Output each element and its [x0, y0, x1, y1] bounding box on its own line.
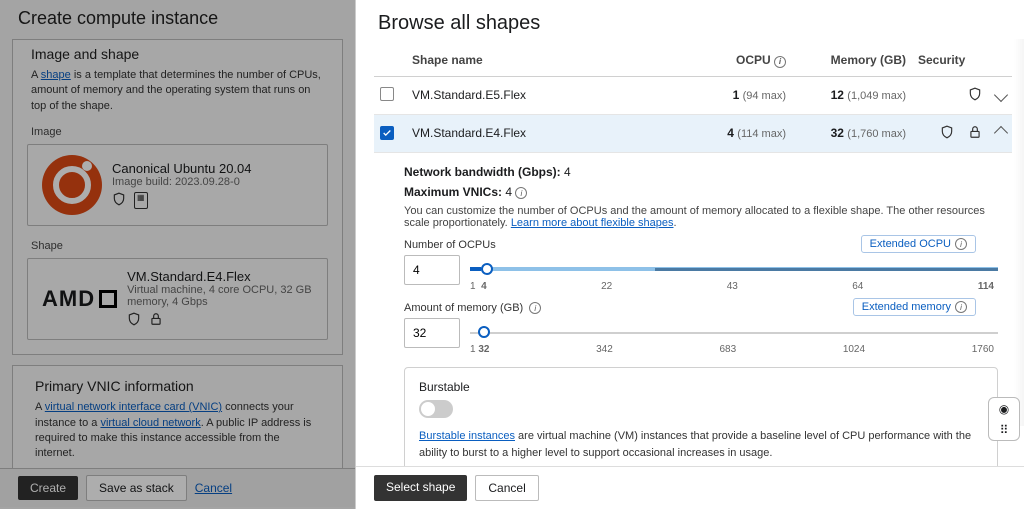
primary-vnic-heading: Primary VNIC information	[17, 372, 338, 398]
table-row[interactable]: VM.Standard.E4.Flex 4 (114 max) 32 (1,76…	[374, 114, 1012, 152]
ocpu-slider[interactable]	[470, 255, 998, 285]
col-shape-name: Shape name	[406, 45, 682, 76]
shape-description: A shape is a template that determines th…	[13, 66, 342, 116]
learn-more-link[interactable]: Learn more about flexible shapes	[511, 217, 674, 229]
save-as-stack-button[interactable]: Save as stack	[86, 475, 187, 501]
extended-ocpu-pill: Extended OCPU i	[861, 235, 976, 253]
browse-shapes-drawer: Browse all shapes Shape name OCPU i Memo…	[355, 0, 1024, 509]
burstable-link[interactable]: Burstable instances	[419, 430, 515, 442]
row-checkbox[interactable]	[380, 87, 394, 101]
image-build: Image build: 2023.09.28-0	[112, 176, 252, 188]
col-memory: Memory (GB)	[792, 45, 912, 76]
create-button[interactable]: Create	[18, 476, 78, 500]
col-ocpu: OCPU i	[682, 45, 792, 76]
select-shape-button[interactable]: Select shape	[374, 475, 467, 501]
image-card: Canonical Ubuntu 20.04 Image build: 2023…	[27, 144, 328, 226]
shape-link[interactable]: shape	[41, 69, 71, 81]
drawer-title: Browse all shapes	[356, 0, 1024, 39]
amd-logo-icon: AMD	[42, 286, 117, 312]
row-checkbox[interactable]	[380, 126, 394, 140]
backdrop-footer: Create Save as stack Cancel	[0, 468, 355, 507]
info-icon[interactable]: i	[774, 56, 786, 68]
info-icon[interactable]: i	[955, 238, 967, 250]
create-instance-panel-dimmed: Create compute instance Image and shape …	[0, 0, 355, 509]
vcn-link[interactable]: virtual cloud network	[100, 417, 200, 429]
shield-icon	[940, 125, 954, 142]
shape-sub: Virtual machine, 4 core OCPU, 32 GB memo…	[127, 284, 313, 308]
memory-slider[interactable]	[470, 318, 998, 348]
info-icon[interactable]: i	[955, 301, 967, 313]
burstable-label: Burstable	[419, 380, 983, 394]
flex-shape-help: You can customize the number of OCPUs an…	[404, 205, 998, 229]
slider-thumb[interactable]	[481, 263, 493, 275]
col-security: Security	[912, 45, 1012, 76]
chevron-up-icon[interactable]	[994, 126, 1008, 140]
grid-icon: ⠿	[1000, 423, 1009, 437]
slider-thumb[interactable]	[478, 326, 490, 338]
shield-icon	[127, 312, 141, 329]
shield-icon	[112, 192, 126, 209]
lock-icon	[149, 312, 163, 329]
drawer-footer: Select shape Cancel	[356, 466, 1024, 509]
ocpu-input[interactable]	[404, 255, 460, 285]
shape-name: VM.Standard.E4.Flex	[127, 269, 313, 284]
table-row[interactable]: VM.Standard.E5.Flex 1 (94 max) 12 (1,049…	[374, 76, 1012, 114]
chip-icon: ▦	[134, 192, 148, 209]
shape-card: AMD VM.Standard.E4.Flex Virtual machine,…	[27, 258, 328, 340]
lock-icon	[968, 125, 982, 142]
image-and-shape-heading: Image and shape	[13, 40, 342, 66]
cancel-button[interactable]: Cancel	[475, 475, 538, 501]
shape-name-cell: VM.Standard.E5.Flex	[406, 76, 682, 114]
accessibility-widget[interactable]: ◉ ⠿	[988, 397, 1020, 441]
extended-memory-pill: Extended memory i	[853, 298, 976, 316]
chevron-down-icon[interactable]	[994, 88, 1008, 102]
cancel-link[interactable]: Cancel	[195, 481, 232, 495]
info-icon[interactable]: i	[515, 187, 527, 199]
memory-input[interactable]	[404, 318, 460, 348]
image-name: Canonical Ubuntu 20.04	[112, 161, 252, 176]
image-label: Image	[13, 116, 342, 140]
shape-detail-panel: Network bandwidth (Gbps): 4 Maximum VNIC…	[374, 153, 1012, 467]
burstable-toggle[interactable]	[419, 400, 453, 418]
burstable-description: Burstable instances are virtual machine …	[419, 428, 983, 461]
shape-name-cell: VM.Standard.E4.Flex	[406, 114, 682, 152]
info-icon[interactable]: i	[529, 302, 541, 314]
ubuntu-logo-icon	[42, 155, 102, 215]
shapes-table: Shape name OCPU i Memory (GB) Security V…	[374, 45, 1012, 466]
create-compute-title: Create compute instance	[0, 0, 355, 39]
vnic-text: A virtual network interface card (VNIC) …	[17, 398, 338, 464]
vnic-link[interactable]: virtual network interface card (VNIC)	[45, 401, 222, 413]
burstable-box: Burstable Burstable instances are virtua…	[404, 367, 998, 466]
person-icon: ◉	[999, 402, 1009, 416]
shield-icon	[968, 87, 982, 104]
shape-label: Shape	[13, 230, 342, 254]
